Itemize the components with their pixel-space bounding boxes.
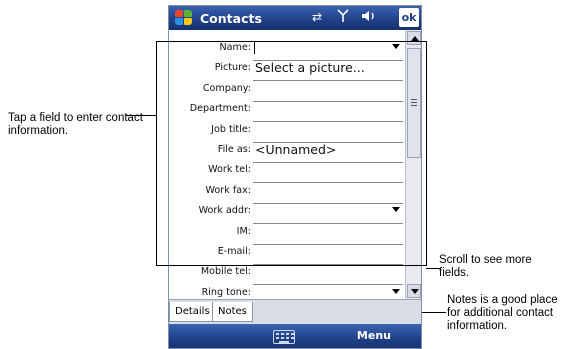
dropdown-arrow-icon[interactable] <box>392 44 400 49</box>
leader-line-tap-field <box>126 115 156 116</box>
field-input[interactable] <box>253 40 403 61</box>
scrollbar[interactable] <box>405 30 421 300</box>
field-input[interactable]: <Unnamed> <box>253 142 403 163</box>
form-row: File as: <Unnamed> <box>169 142 405 164</box>
field-input[interactable] <box>253 203 403 225</box>
form-row: Work tel: <box>169 162 405 184</box>
keyboard-icon[interactable] <box>273 330 295 344</box>
form-row: Work addr: <box>169 203 405 225</box>
field-input[interactable] <box>253 81 403 102</box>
dropdown-arrow-icon[interactable] <box>392 207 400 213</box>
ok-button[interactable]: ok <box>399 8 419 27</box>
form-row: E-mail: <box>169 244 405 266</box>
field-label: Picture: <box>214 62 251 74</box>
field-input[interactable] <box>253 162 403 184</box>
text-cursor <box>254 41 255 54</box>
field-label: Work fax: <box>205 184 251 196</box>
field-label: IM: <box>236 225 251 237</box>
signal-icon[interactable] <box>335 9 351 25</box>
form-row: Work fax: <box>169 183 405 205</box>
field-input[interactable]: Select a picture... <box>253 60 403 82</box>
callout-notes: Notes is a good place for additional con… <box>447 294 558 332</box>
field-label: E-mail: <box>217 246 251 257</box>
field-input[interactable] <box>253 122 403 143</box>
field-label: File as: <box>217 144 251 155</box>
field-label: Work tel: <box>208 164 251 176</box>
form-row: Picture: Select a picture... <box>169 60 405 82</box>
field-label: Job title: <box>211 123 251 135</box>
field-value: <Unnamed> <box>255 142 337 157</box>
field-input[interactable] <box>253 224 403 245</box>
connectivity-icon[interactable]: ⇄ <box>309 9 325 25</box>
field-value: Select a picture... <box>255 60 365 76</box>
form-row: Company: <box>169 81 405 103</box>
softkey-bar: Menu <box>169 324 421 348</box>
callout-scroll: Scroll to see more fields. <box>439 254 532 279</box>
field-label: Work addr: <box>198 205 251 217</box>
field-input[interactable] <box>253 101 403 123</box>
field-input[interactable] <box>253 183 403 204</box>
title-bar: Contacts ⇄ ok <box>169 6 421 30</box>
form-row: Job title: <box>169 122 405 144</box>
tab-details[interactable]: Details <box>169 302 216 322</box>
scroll-up-button[interactable] <box>407 31 421 45</box>
form-row: Department: <box>169 101 405 123</box>
field-input[interactable] <box>253 244 403 265</box>
app-title: Contacts <box>200 10 262 26</box>
form-row: Mobile tel: <box>169 264 405 286</box>
tab-notes[interactable]: Notes <box>212 302 253 322</box>
menu-softkey[interactable]: Menu <box>357 329 391 342</box>
scroll-thumb[interactable] <box>407 48 421 158</box>
field-label: Name: <box>219 42 251 53</box>
form-row: Name: <box>169 40 405 62</box>
field-label: Company: <box>202 82 251 94</box>
leader-line-scroll <box>426 268 440 269</box>
device-screen: Contacts ⇄ ok Name: Picture: Select a pict… <box>168 5 422 349</box>
scroll-down-button[interactable] <box>407 284 421 298</box>
volume-icon[interactable] <box>361 9 377 25</box>
field-label: Mobile tel: <box>200 266 251 278</box>
form-row: IM: <box>169 224 405 246</box>
windows-start-icon[interactable] <box>173 7 195 29</box>
field-label: Department: <box>189 103 251 115</box>
dropdown-arrow-icon[interactable] <box>392 288 400 294</box>
field-input[interactable] <box>253 264 403 286</box>
tab-bar: Details Notes <box>169 299 421 325</box>
